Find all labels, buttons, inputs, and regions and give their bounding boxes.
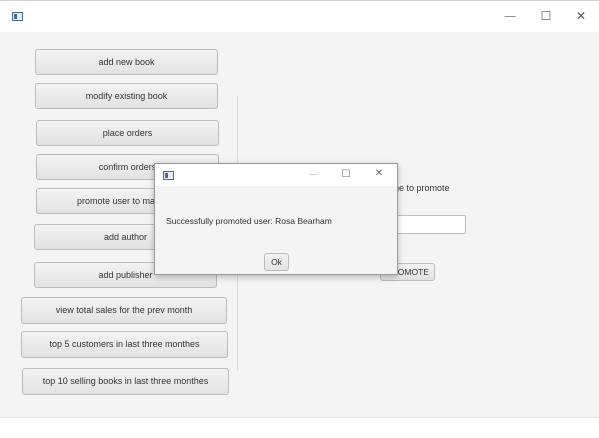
dialog-minimize-icon[interactable]: — (303, 166, 325, 184)
dialog-title-bar: — ☐ ✕ (155, 164, 397, 186)
dialog-message: Successfully promoted user: Rosa Bearham (166, 216, 332, 226)
top-customers-button[interactable]: top 5 customers in last three monthes (21, 331, 228, 358)
title-bar: — ☐ ✕ (0, 1, 599, 32)
app-icon (12, 12, 23, 21)
place-orders-button[interactable]: place orders (36, 120, 219, 146)
view-total-sales-button[interactable]: view total sales for the prev month (21, 297, 227, 324)
dialog-maximize-icon[interactable]: ☐ (335, 166, 357, 184)
minimize-icon[interactable]: — (495, 6, 525, 26)
bottom-strip (0, 417, 599, 438)
add-new-book-button[interactable]: add new book (35, 49, 218, 75)
maximize-icon[interactable]: ☐ (531, 6, 561, 26)
success-dialog: — ☐ ✕ Successfully promoted user: Rosa B… (154, 163, 398, 275)
modify-existing-book-button[interactable]: modify existing book (35, 83, 218, 109)
dialog-app-icon (163, 171, 174, 180)
main-window: — ☐ ✕ add new book modify existing book … (0, 0, 599, 438)
top-selling-books-button[interactable]: top 10 selling books in last three month… (22, 368, 229, 395)
ok-button[interactable]: Ok (264, 253, 289, 271)
dialog-close-icon[interactable]: ✕ (368, 165, 390, 183)
close-icon[interactable]: ✕ (566, 6, 596, 26)
